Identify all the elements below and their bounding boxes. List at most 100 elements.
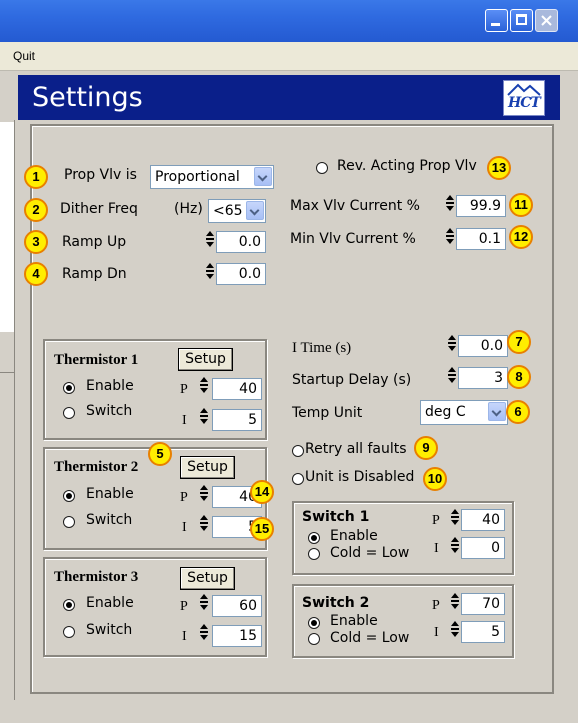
- left-tab-2[interactable]: [0, 332, 15, 373]
- dither-freq-select[interactable]: <65: [208, 199, 266, 223]
- ramp-dn-field[interactable]: 0.0: [216, 263, 266, 285]
- switch-1-i-field[interactable]: 0: [461, 537, 505, 559]
- prop-vlv-label: Prop Vlv is: [64, 167, 137, 183]
- thermistor-3-enable-radio[interactable]: [63, 599, 75, 611]
- ramp-dn-label: Ramp Dn: [62, 266, 127, 282]
- badge-11: 11: [509, 193, 533, 217]
- thermistor-1-i-spinner[interactable]: [200, 407, 208, 429]
- prop-vlv-select[interactable]: Proportional: [150, 165, 274, 189]
- badge-7: 7: [507, 330, 531, 354]
- switch-2-i-field[interactable]: 5: [461, 621, 505, 643]
- unit-disabled-radio[interactable]: [292, 473, 304, 485]
- temp-unit-label: Temp Unit: [292, 405, 363, 421]
- thermistor-2-i-label: I: [182, 520, 187, 535]
- ramp-dn-spinner[interactable]: [206, 262, 214, 284]
- thermistor-2-setup-button[interactable]: Setup: [180, 456, 235, 479]
- thermistor-1-p-spinner[interactable]: [200, 376, 208, 398]
- badge-10: 10: [423, 467, 447, 491]
- min-vlv-field[interactable]: 0.1: [456, 228, 506, 250]
- badge-6: 6: [506, 400, 530, 424]
- badge-12: 12: [509, 225, 533, 249]
- thermistor-3-i-label: I: [182, 629, 187, 644]
- switch-1-p-field[interactable]: 40: [461, 509, 505, 531]
- switch-2-p-label: P: [432, 598, 440, 613]
- thermistor-1-i-field[interactable]: 5: [212, 409, 262, 431]
- max-vlv-spinner[interactable]: [446, 194, 454, 216]
- thermistor-1-switch-radio[interactable]: [63, 407, 75, 419]
- switch-2-cold-label: Cold = Low: [330, 630, 410, 646]
- rev-acting-label: Rev. Acting Prop Vlv: [337, 158, 477, 174]
- badge-9: 9: [414, 436, 438, 460]
- close-button[interactable]: [535, 9, 558, 32]
- switch-1-i-spinner[interactable]: [451, 536, 459, 558]
- max-vlv-field[interactable]: 99.9: [456, 195, 506, 217]
- left-tab[interactable]: [0, 122, 15, 333]
- switch-1-title: Switch 1: [302, 509, 370, 525]
- startup-delay-label: Startup Delay (s): [292, 372, 412, 388]
- temp-unit-select[interactable]: deg C: [420, 400, 508, 425]
- thermistor-2-title: Thermistor 2: [54, 459, 139, 475]
- itime-spinner[interactable]: [448, 334, 456, 356]
- ramp-up-spinner[interactable]: [206, 230, 214, 252]
- min-vlv-spinner[interactable]: [446, 227, 454, 249]
- thermistor-1-switch-label: Switch: [86, 403, 133, 419]
- ramp-up-label: Ramp Up: [62, 234, 127, 250]
- ramp-up-field[interactable]: 0.0: [216, 231, 266, 253]
- badge-13: 13: [487, 156, 511, 180]
- thermistor-2-switch-radio[interactable]: [63, 516, 75, 528]
- maximize-icon: [516, 14, 527, 25]
- switch-1-i-label: I: [434, 541, 439, 556]
- thermistor-3-p-field[interactable]: 60: [212, 595, 262, 617]
- switch-2-i-spinner[interactable]: [451, 620, 459, 642]
- switch-2-enable-radio[interactable]: [308, 617, 320, 629]
- switch-2-cold-radio[interactable]: [308, 633, 320, 645]
- prop-vlv-value: Proportional: [155, 169, 240, 185]
- switch-1-enable-radio[interactable]: [308, 532, 320, 544]
- badge-15: 15: [250, 517, 274, 541]
- badge-1: 1: [24, 165, 48, 189]
- switch-2-p-field[interactable]: 70: [461, 593, 505, 615]
- thermistor-1-setup-button[interactable]: Setup: [178, 348, 233, 371]
- thermistor-3-i-spinner[interactable]: [200, 623, 208, 645]
- thermistor-2-enable-radio[interactable]: [63, 490, 75, 502]
- thermistor-2-i-spinner[interactable]: [200, 514, 208, 536]
- switch-1-p-spinner[interactable]: [451, 508, 459, 530]
- thermistor-2-p-spinner[interactable]: [200, 484, 208, 506]
- thermistor-3-title: Thermistor 3: [54, 569, 139, 585]
- badge-3: 3: [24, 230, 48, 254]
- menu-bar: [0, 42, 578, 71]
- thermistor-1-p-field[interactable]: 40: [212, 378, 262, 400]
- startup-delay-field[interactable]: 3: [458, 367, 508, 389]
- switch-1-cold-label: Cold = Low: [330, 545, 410, 561]
- thermistor-3-setup-button[interactable]: Setup: [180, 567, 235, 590]
- menu-quit[interactable]: Quit: [13, 49, 35, 63]
- thermistor-1-p-label: P: [180, 382, 188, 397]
- chevron-down-icon[interactable]: [246, 201, 264, 220]
- startup-delay-spinner[interactable]: [448, 366, 456, 388]
- retry-faults-radio[interactable]: [292, 445, 304, 457]
- badge-2: 2: [24, 198, 48, 222]
- switch-1-p-label: P: [432, 513, 440, 528]
- switch-1-cold-radio[interactable]: [308, 548, 320, 560]
- rev-acting-radio[interactable]: [316, 162, 328, 174]
- thermistor-3-switch-radio[interactable]: [63, 626, 75, 638]
- chevron-down-icon[interactable]: [254, 167, 272, 186]
- maximize-button[interactable]: [510, 9, 533, 32]
- dither-unit-label: (Hz): [174, 201, 203, 217]
- switch-2-p-spinner[interactable]: [451, 592, 459, 614]
- minimize-icon: [491, 23, 500, 26]
- thermistor-1-title: Thermistor 1: [54, 352, 139, 368]
- min-vlv-label: Min Vlv Current %: [290, 231, 416, 247]
- thermistor-1-enable-radio[interactable]: [63, 382, 75, 394]
- thermistor-2-enable-label: Enable: [86, 486, 134, 502]
- thermistor-3-i-field[interactable]: 15: [212, 625, 262, 647]
- close-icon: [541, 15, 552, 26]
- dither-freq-label: Dither Freq: [60, 201, 138, 217]
- chevron-down-icon[interactable]: [488, 402, 506, 421]
- thermistor-1-i-label: I: [182, 413, 187, 428]
- dither-freq-value: <65: [213, 203, 243, 219]
- thermistor-3-p-spinner[interactable]: [200, 593, 208, 615]
- minimize-button[interactable]: [485, 9, 508, 32]
- badge-8: 8: [507, 365, 531, 389]
- itime-field[interactable]: 0.0: [458, 335, 508, 357]
